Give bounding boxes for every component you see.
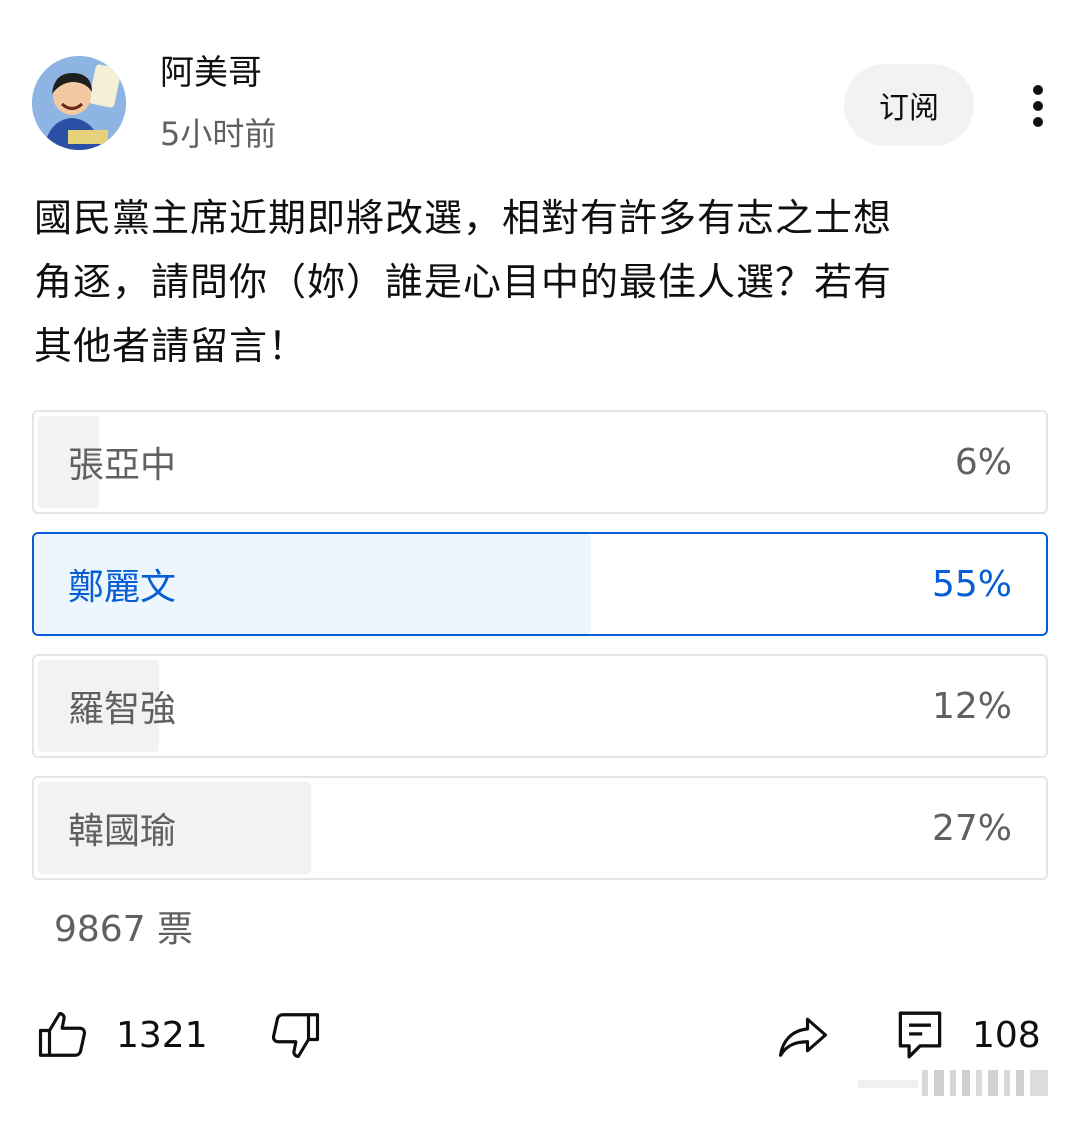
poll-option-label: 張亞中 — [68, 445, 177, 486]
action-bar: 1321 108 — [0, 1000, 1080, 1070]
vote-count: 9867 票 — [54, 909, 194, 950]
thumbs-down-icon — [271, 1013, 320, 1058]
watermark-graphic — [858, 1070, 1048, 1096]
like-count: 1321 — [116, 1014, 208, 1056]
post-text: 國民黨主席近期即將改選，相對有許多有志之士想 角逐，請問你（妳）誰是心目中的最佳… — [34, 186, 1034, 378]
share-button[interactable] — [774, 1000, 832, 1070]
poll-option-percent: 12% — [931, 685, 1012, 727]
post-text-line: 角逐，請問你（妳）誰是心目中的最佳人選？若有 — [34, 260, 893, 304]
poll-option-label: 羅智強 — [68, 689, 177, 730]
post-text-line: 其他者請留言！ — [34, 324, 308, 368]
poll-option[interactable]: 張亞中 6% — [32, 410, 1048, 514]
poll-option[interactable]: 鄭麗文 55% — [32, 532, 1048, 636]
poll-option-percent: 6% — [954, 441, 1012, 483]
subscribe-button[interactable]: 订阅 — [844, 64, 974, 146]
poll: 張亞中 6% 鄭麗文 55% 羅智強 12% 韓國瑜 27% — [32, 410, 1048, 898]
poll-option-percent: 27% — [931, 807, 1012, 849]
post-text-line: 國民黨主席近期即將改選，相對有許多有志之士想 — [34, 196, 893, 240]
avatar-image — [32, 56, 126, 150]
comments-button[interactable]: 108 — [896, 1000, 1041, 1070]
poll-option[interactable]: 羅智強 12% — [32, 654, 1048, 758]
more-options-button[interactable] — [1016, 78, 1060, 134]
thumbs-up-icon — [38, 1012, 87, 1057]
author-name[interactable]: 阿美哥 — [160, 50, 262, 96]
comment-count: 108 — [972, 1014, 1041, 1056]
poll-option-label: 鄭麗文 — [68, 567, 177, 608]
more-vert-icon — [1033, 85, 1043, 127]
watermark — [858, 1066, 1058, 1100]
poll-option[interactable]: 韓國瑜 27% — [32, 776, 1048, 880]
poll-option-percent: 55% — [931, 563, 1012, 605]
dislike-button[interactable] — [268, 1000, 322, 1070]
share-icon — [778, 1017, 828, 1057]
comment-icon — [898, 1011, 942, 1059]
post-time: 5小时前 — [160, 115, 277, 153]
avatar[interactable] — [32, 56, 126, 150]
poll-option-label: 韓國瑜 — [68, 811, 177, 852]
like-button[interactable]: 1321 — [36, 1000, 208, 1070]
